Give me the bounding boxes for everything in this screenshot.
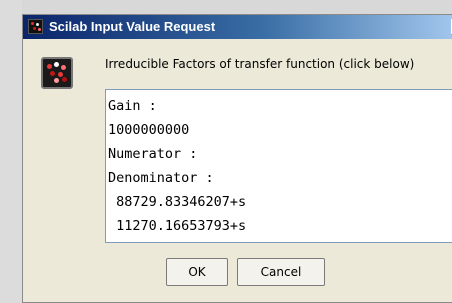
title-bar[interactable]: Scilab Input Value Request x: [23, 15, 452, 39]
window-title: Scilab Input Value Request: [49, 19, 216, 34]
input-dialog-window: Scilab Input Value Request x Irreducible…: [22, 14, 452, 303]
textarea-line: 11270.16653793+s: [108, 218, 247, 234]
value-textarea[interactable]: Gain : 1000000000 Numerator : Denominato…: [105, 89, 452, 243]
textarea-line: 88729.83346207+s: [108, 194, 247, 210]
textarea-line: Denominator :: [108, 170, 214, 186]
textarea-line: 1000000000: [108, 122, 190, 138]
textarea-line: Gain :: [108, 98, 157, 114]
scilab-logo-icon: [41, 57, 73, 89]
ok-button[interactable]: OK: [166, 258, 228, 286]
textarea-line: Numerator :: [108, 146, 198, 162]
background-strip: [0, 0, 22, 303]
cancel-button[interactable]: Cancel: [237, 258, 325, 286]
prompt-label: Irreducible Factors of transfer function…: [105, 57, 415, 71]
scilab-icon: [28, 19, 43, 34]
